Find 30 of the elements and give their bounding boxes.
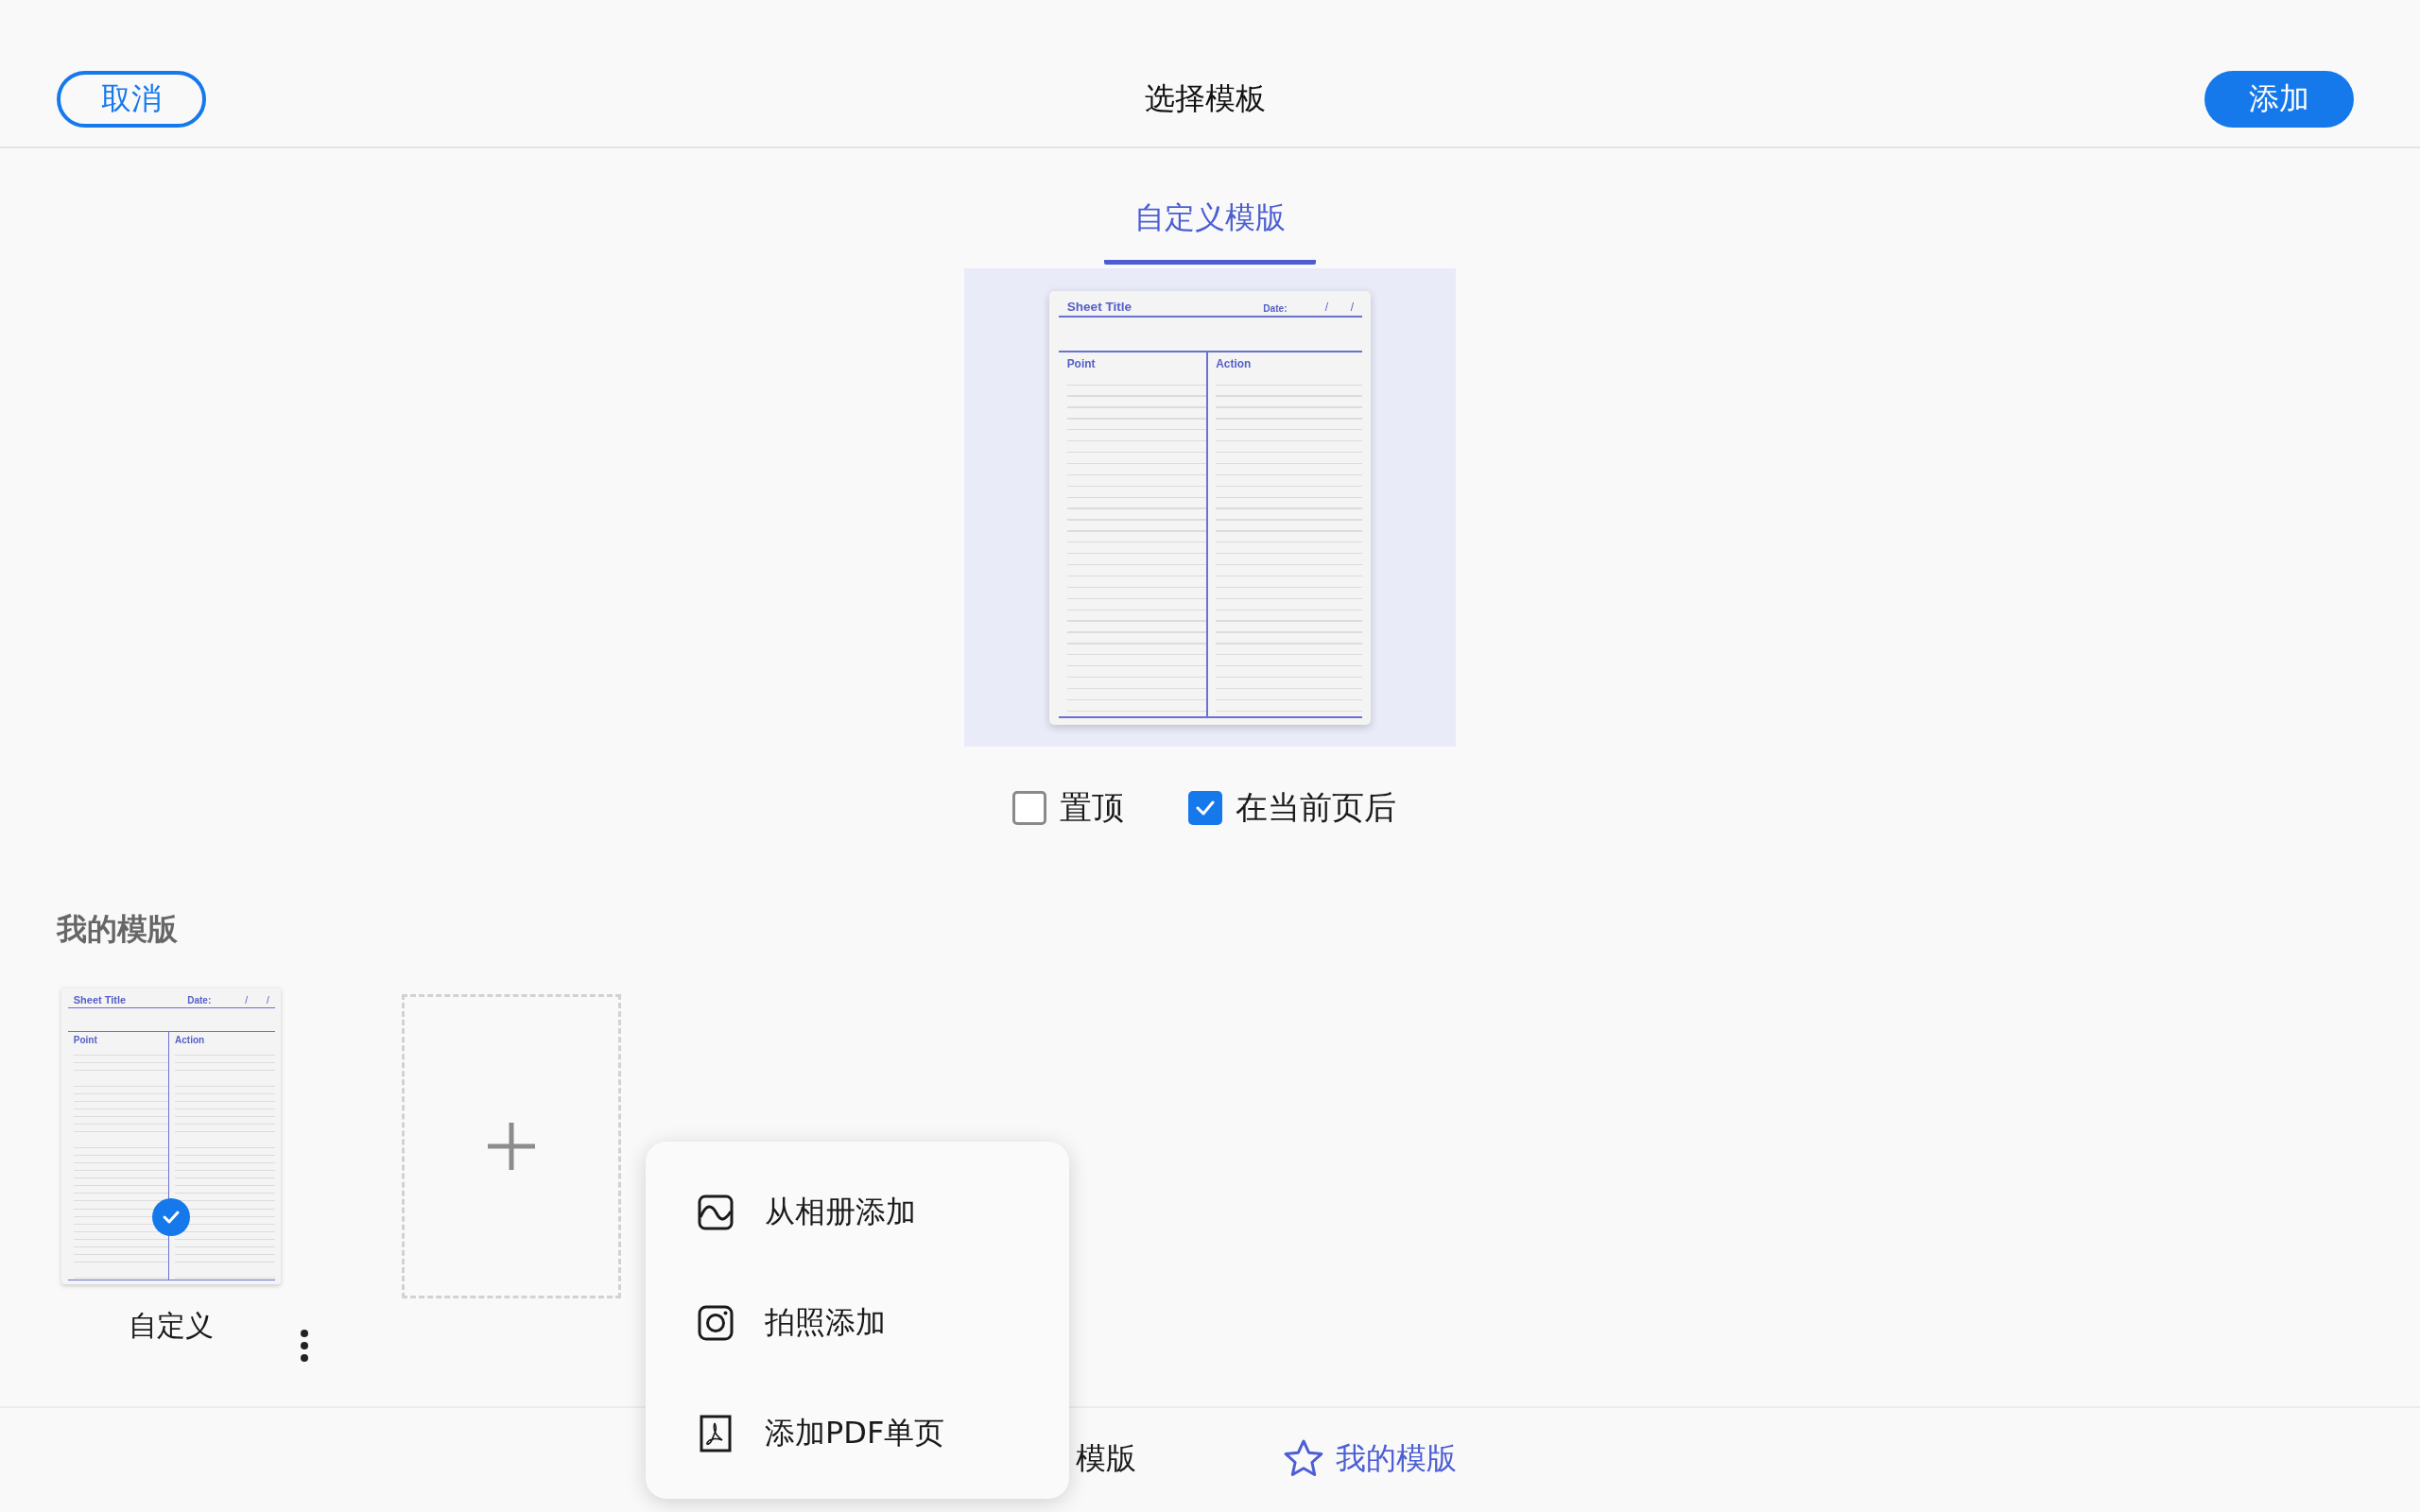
add-button[interactable]: 添加 (2204, 70, 2354, 128)
date-label: Date: (1263, 302, 1288, 314)
plus-icon (486, 1121, 537, 1172)
checkbox[interactable] (1012, 791, 1046, 825)
checkbox-label: 在当前页后 (1236, 787, 1396, 828)
bottom-tab[interactable]: 我的模版 (1283, 1438, 1457, 1480)
bottom-tab[interactable]: 模版 (1076, 1438, 1136, 1480)
date-separator: / (1324, 300, 1329, 314)
menu-item[interactable]: 从相册添加 (646, 1169, 1069, 1255)
template-name: 自定义 (129, 1308, 214, 1345)
checkbox-label: 置顶 (1060, 787, 1124, 828)
dialog-title: 选择模板 (1145, 78, 1266, 118)
menu-item[interactable]: 添加PDF单页 (646, 1391, 1069, 1477)
column-heading: Point (73, 1035, 97, 1046)
date-separator: / (1350, 300, 1355, 314)
picture-icon (697, 1193, 735, 1231)
camera-icon (697, 1304, 735, 1342)
column-heading: Action (1216, 357, 1252, 371)
menu-item[interactable]: 拍照添加 (646, 1280, 1069, 1366)
date-separator: / (245, 995, 249, 1006)
sheet-title: Sheet Title (73, 994, 128, 1006)
section-heading: 我的模版 (57, 910, 178, 949)
column-heading: Action (175, 1035, 205, 1046)
column-heading: Point (1066, 357, 1096, 371)
sheet-title: Sheet Title (1066, 299, 1133, 314)
cancel-button[interactable]: 取消 (57, 70, 206, 128)
more-icon[interactable] (300, 1329, 309, 1363)
checkbox[interactable] (1188, 791, 1222, 825)
date-separator: / (267, 995, 269, 1006)
date-label: Date: (187, 995, 212, 1006)
